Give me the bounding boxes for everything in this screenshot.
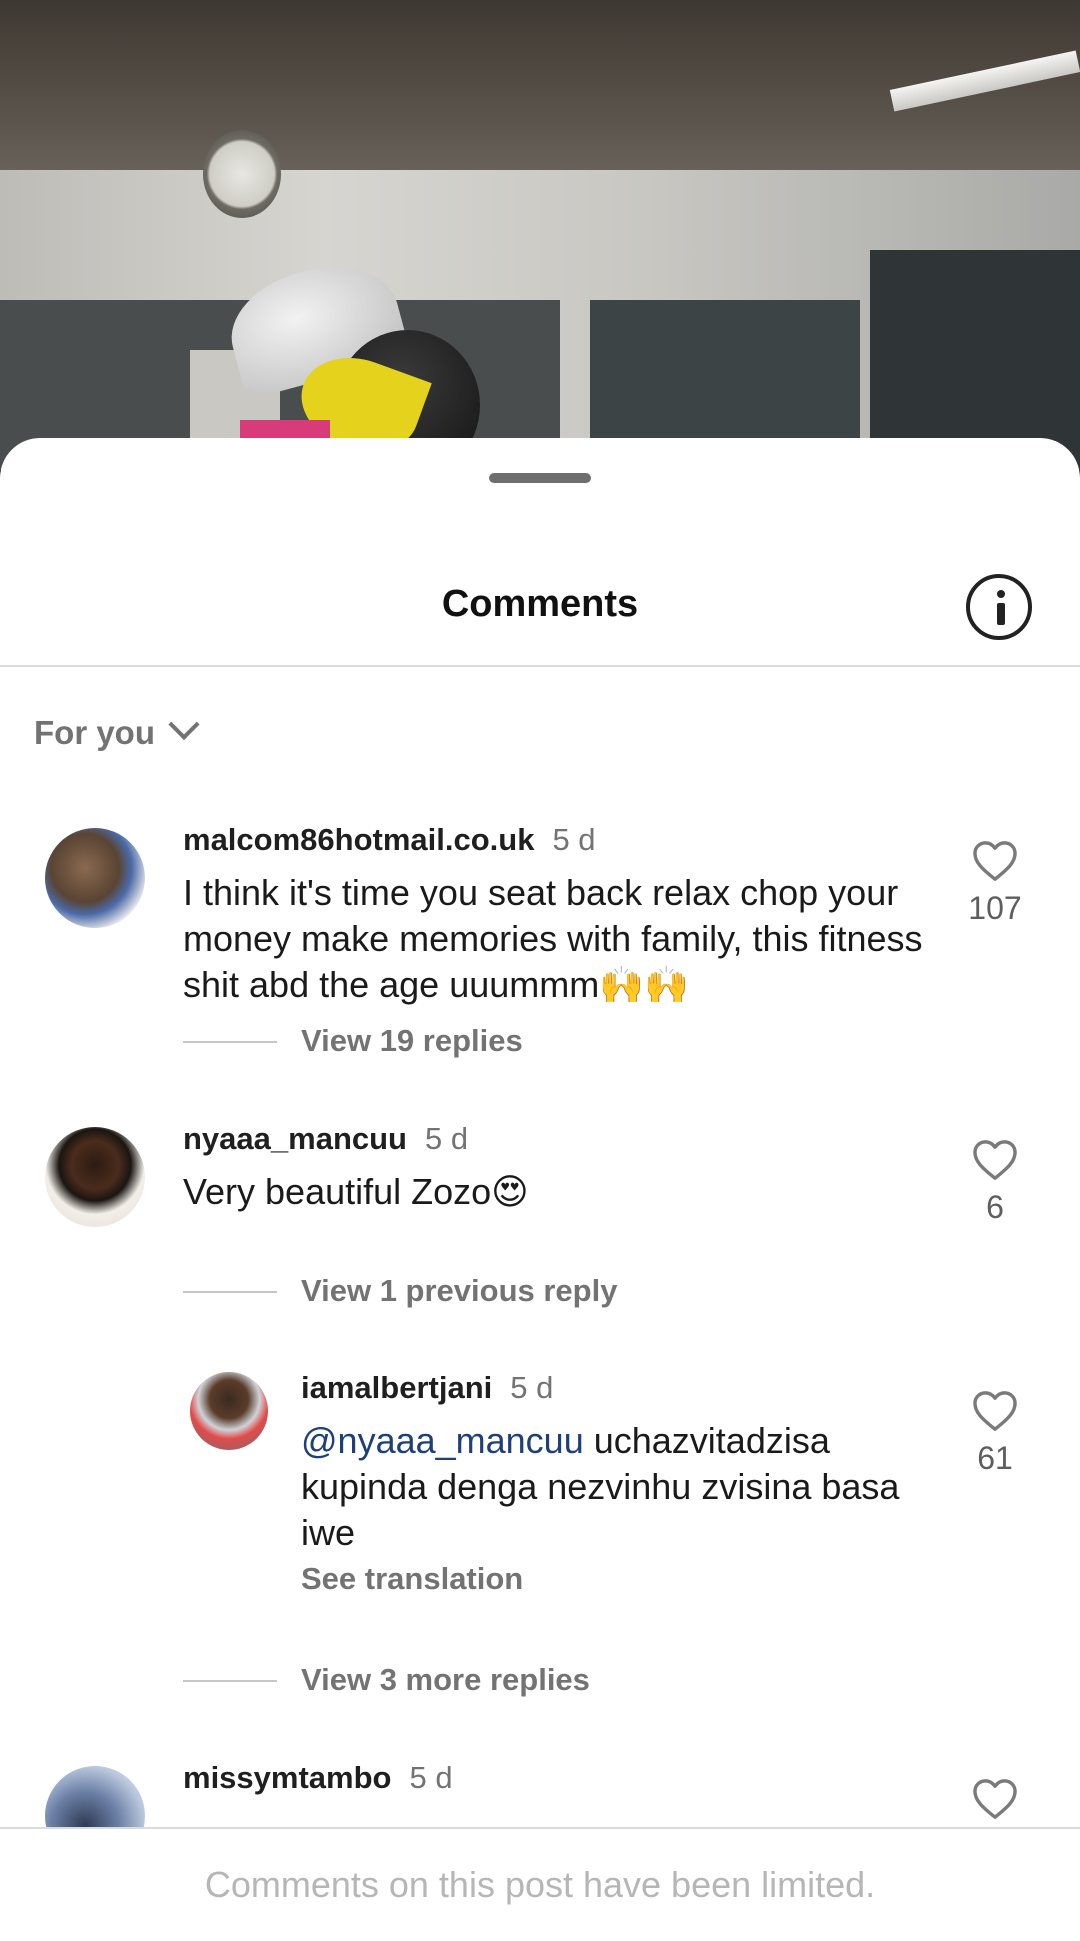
like-button[interactable]: 107 [955, 840, 1035, 926]
sort-filter-label: For you [34, 714, 155, 751]
reply-time: 5 d [510, 1370, 554, 1405]
like-count: 61 [977, 1440, 1013, 1476]
replies-divider [183, 1680, 277, 1682]
comments-limited-bar: Comments on this post have been limited. [0, 1827, 1080, 1941]
comment-username[interactable]: nyaaa_mancuu [183, 1121, 407, 1156]
comment-username[interactable]: malcom86hotmail.co.uk [183, 822, 534, 857]
view-more-replies-link[interactable]: View 3 more replies [301, 1662, 590, 1698]
comment-username-row: malcom86hotmail.co.uk 5 d [183, 822, 596, 858]
view-previous-reply-link[interactable]: View 1 previous reply [301, 1273, 617, 1309]
comment-time: 5 d [552, 822, 596, 857]
mention-link[interactable]: @nyaaa_mancuu [301, 1420, 584, 1461]
comment-text: Very beautiful Zozo😍 [183, 1171, 529, 1212]
video-background [0, 0, 1080, 470]
heart-icon [973, 1140, 1017, 1180]
like-button[interactable] [955, 1778, 1035, 1820]
avatar[interactable] [190, 1372, 268, 1450]
header-divider [0, 665, 1080, 667]
drag-handle[interactable] [489, 473, 591, 483]
replies-divider [183, 1041, 277, 1043]
like-button[interactable]: 6 [955, 1139, 1035, 1225]
chevron-down-icon [168, 708, 200, 741]
reply-username[interactable]: iamalbertjani [301, 1370, 492, 1405]
replies-divider [183, 1291, 277, 1293]
comment-username-row: nyaaa_mancuu 5 d [183, 1121, 468, 1157]
like-count: 6 [986, 1189, 1004, 1225]
comments-limited-text: Comments on this post have been limited. [204, 1864, 876, 1905]
heart-icon [973, 1779, 1017, 1819]
comment-text: I think it's time you seat back relax ch… [183, 872, 923, 1005]
comment-username-row: missymtambo 5 d [183, 1760, 453, 1796]
info-icon[interactable] [966, 574, 1032, 640]
heart-icon [973, 841, 1017, 881]
like-count: 107 [968, 890, 1022, 926]
avatar[interactable] [45, 828, 145, 928]
like-button[interactable]: 61 [955, 1390, 1035, 1476]
reply-text: @nyaaa_mancuu uchazvitadzisa kupinda den… [301, 1418, 901, 1556]
comment-time: 5 d [409, 1760, 453, 1795]
sort-filter-button[interactable]: For you [34, 708, 200, 758]
comment-time: 5 d [425, 1121, 469, 1156]
see-translation-link[interactable]: See translation [301, 1561, 523, 1597]
comment-username[interactable]: missymtambo [183, 1760, 391, 1795]
reply-username-row: iamalbertjani 5 d [301, 1370, 553, 1406]
heart-icon [973, 1391, 1017, 1431]
comments-sheet: Comments For you malcom86hotmail.co.uk 5 … [0, 438, 1080, 1941]
sheet-title: Comments [441, 583, 639, 625]
avatar[interactable] [45, 1127, 145, 1227]
view-replies-link[interactable]: View 19 replies [301, 1023, 523, 1059]
